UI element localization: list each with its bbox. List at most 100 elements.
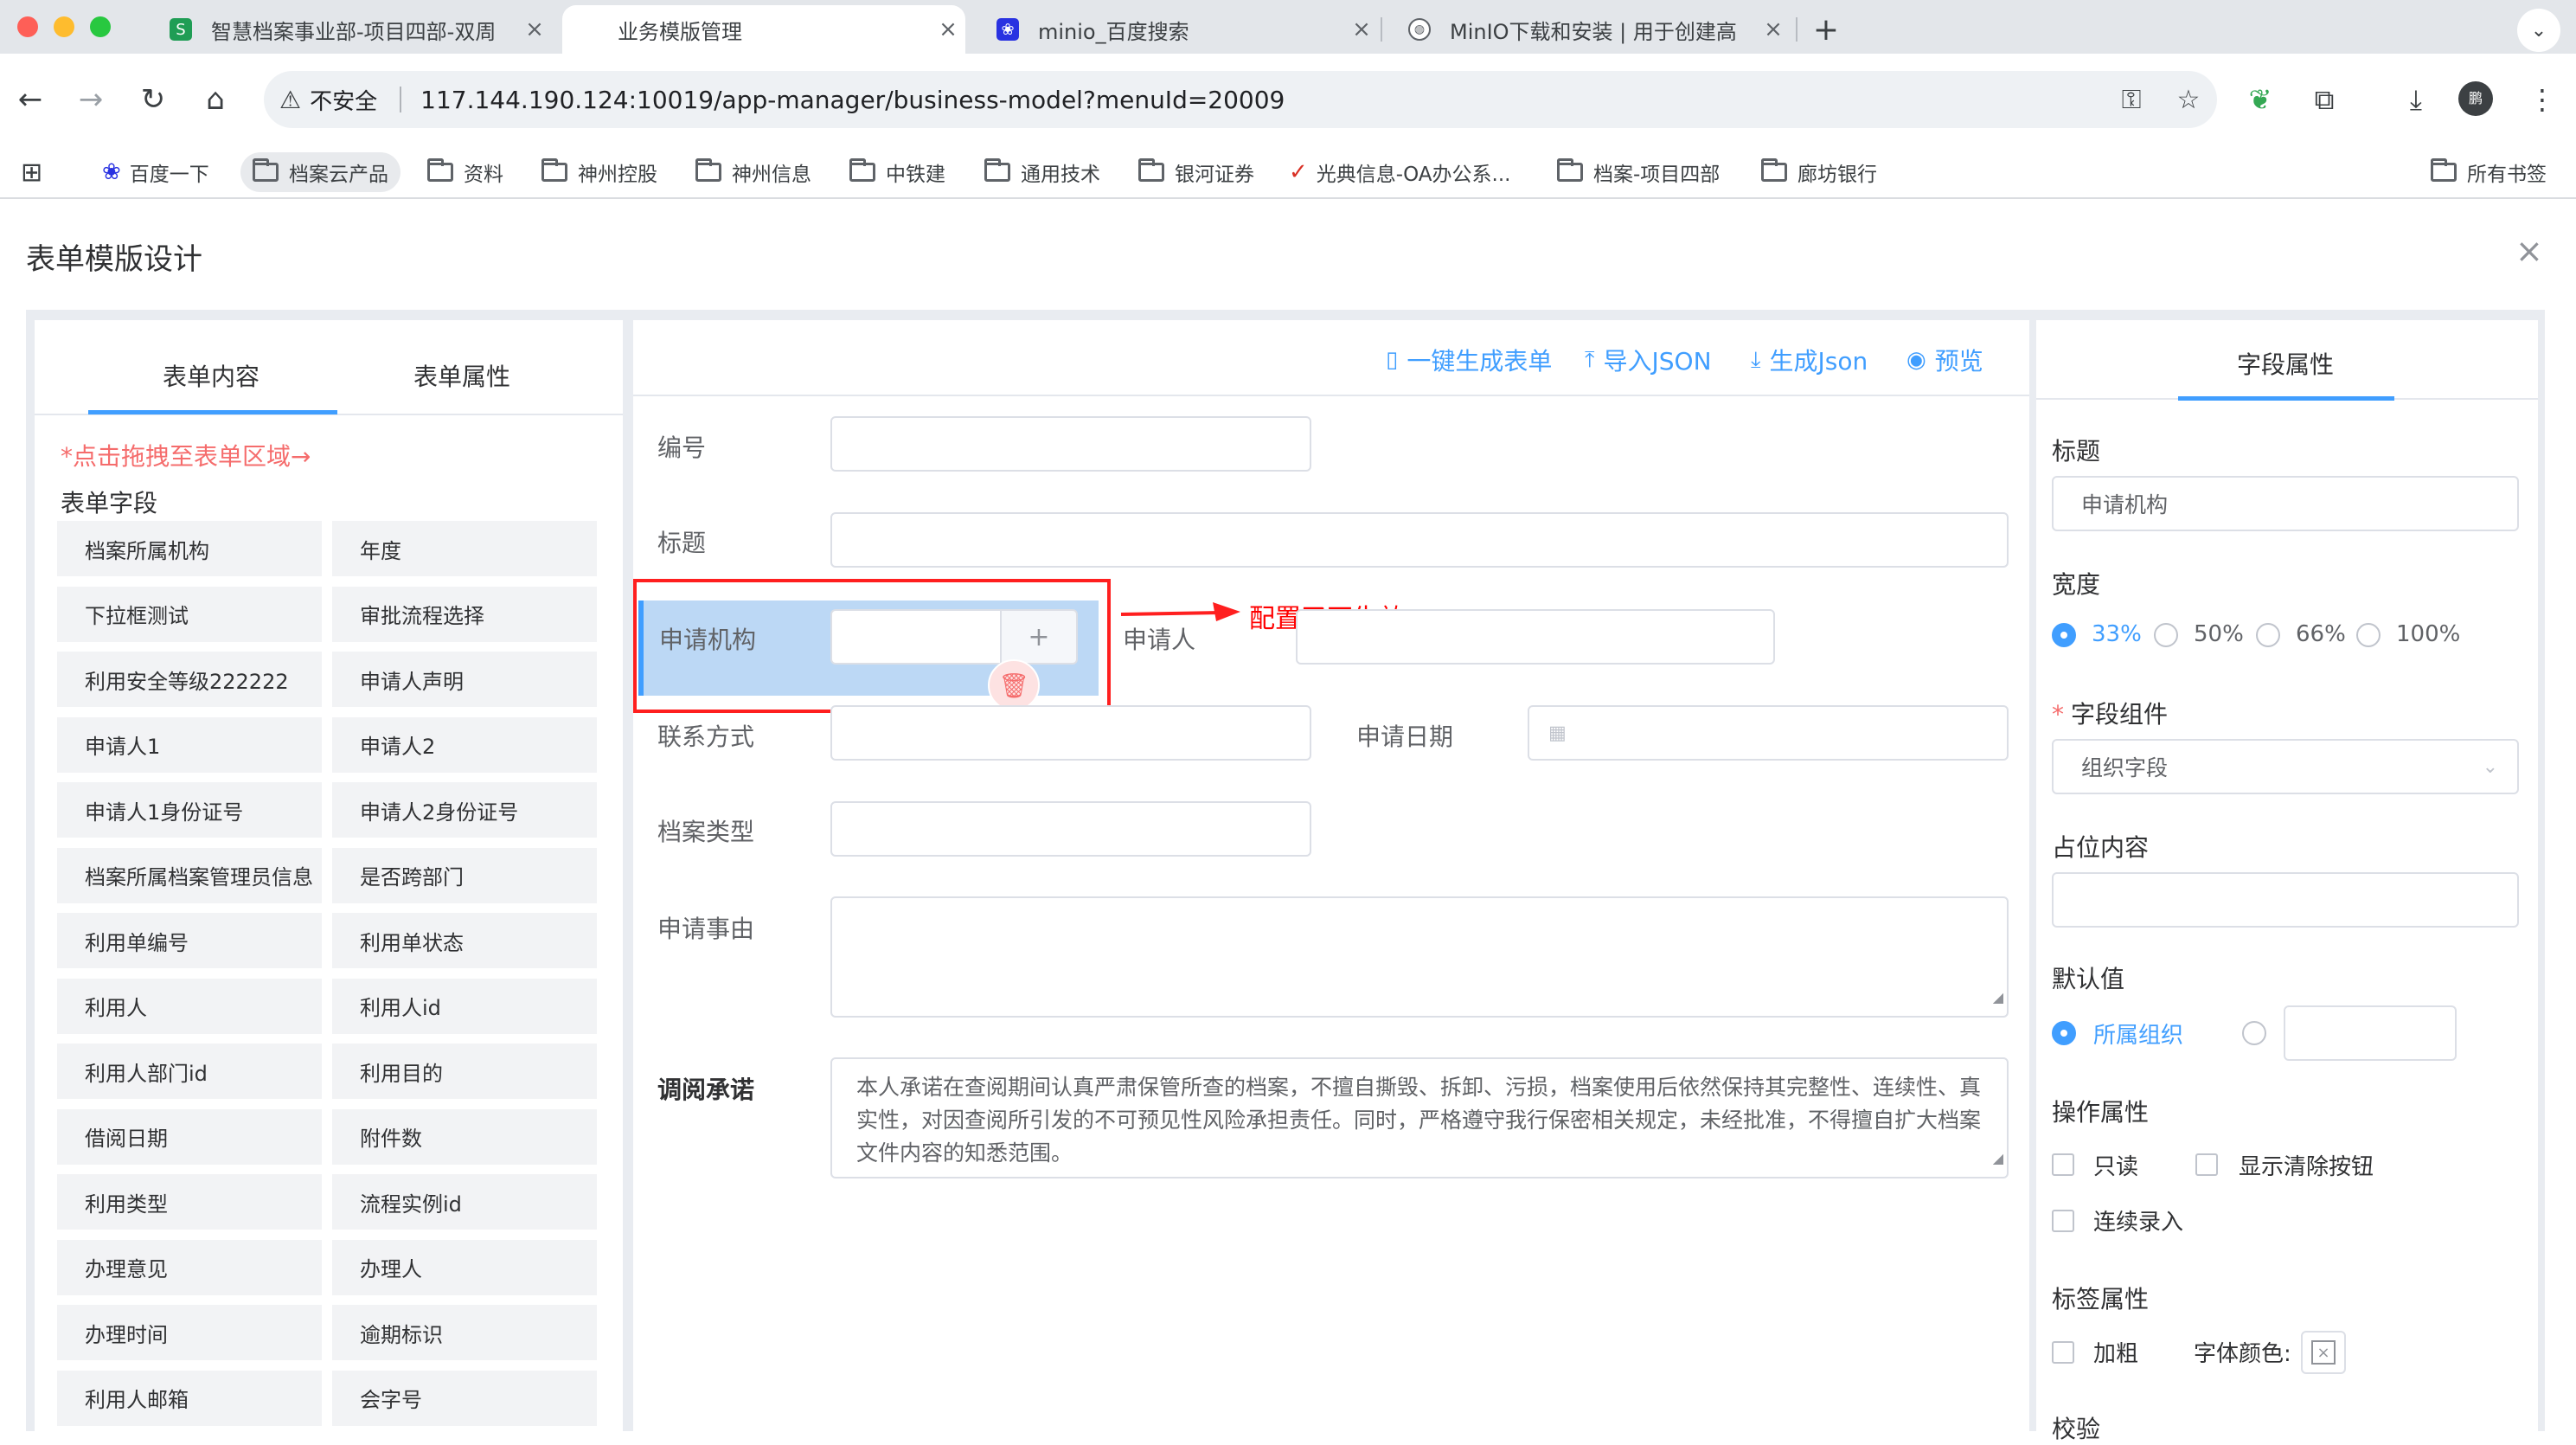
browser-tab-3[interactable]: ❀ minio_百度搜索 ×	[972, 5, 1379, 54]
bookmark-folder[interactable]: 廊坊银行	[1761, 152, 1877, 192]
width-option-label[interactable]: 66%	[2296, 621, 2346, 647]
bookmark-folder[interactable]: 资料	[427, 152, 503, 192]
readonly-checkbox[interactable]	[2052, 1153, 2074, 1176]
contact-input[interactable]	[830, 705, 1311, 761]
number-input[interactable]	[830, 416, 1311, 472]
default-custom-input[interactable]	[2284, 1005, 2457, 1061]
palette-field-item[interactable]: 利用人邮箱	[57, 1370, 322, 1426]
url-text[interactable]: 117.144.190.124:10019/app-manager/busine…	[420, 86, 2103, 114]
close-icon[interactable]: ×	[2515, 232, 2543, 270]
continuous-entry-label[interactable]: 连续录入	[2093, 1204, 2183, 1236]
palette-field-item[interactable]: 档案所属机构	[57, 521, 322, 576]
show-clear-checkbox[interactable]	[2195, 1153, 2218, 1176]
palette-field-item[interactable]: 逾期标识	[332, 1305, 597, 1360]
palette-field-item[interactable]: 利用类型	[57, 1174, 322, 1230]
palette-field-item[interactable]: 利用人部门id	[57, 1044, 322, 1099]
apply-date-input[interactable]: ▦	[1528, 705, 2009, 761]
title-input[interactable]	[830, 512, 2009, 568]
minimize-window-icon[interactable]	[54, 16, 74, 37]
home-icon[interactable]: ⌂	[194, 78, 237, 121]
archive-type-input[interactable]	[830, 801, 1311, 857]
import-json-button[interactable]: ⤒ 导入JSON	[1585, 343, 1712, 377]
bookmark-folder[interactable]: 中铁建	[849, 152, 945, 192]
reason-textarea[interactable]: ◢	[830, 896, 2009, 1018]
close-tab-icon[interactable]: ×	[931, 16, 965, 42]
palette-field-item[interactable]: 下拉框测试	[57, 586, 322, 642]
default-radio-own-org[interactable]	[2052, 1021, 2076, 1045]
resize-handle-icon[interactable]: ◢	[1993, 1142, 2003, 1175]
palette-field-item[interactable]: 利用人id	[332, 978, 597, 1034]
continuous-entry-checkbox[interactable]	[2052, 1210, 2074, 1232]
width-radio-66[interactable]	[2256, 623, 2280, 647]
insecure-label[interactable]: 不安全	[310, 84, 377, 116]
palette-field-item[interactable]: 附件数	[332, 1108, 597, 1165]
palette-field-item[interactable]: 是否跨部门	[332, 847, 597, 903]
palette-field-item[interactable]: 借阅日期	[57, 1108, 322, 1165]
generate-form-button[interactable]: ▯ 一键生成表单	[1386, 343, 1552, 377]
generate-json-button[interactable]: ⤓ 生成Json	[1751, 343, 1868, 377]
palette-field-item[interactable]: 利用安全等级222222	[57, 652, 322, 707]
address-bar[interactable]: ⚠ 不安全 117.144.190.124:10019/app-manager/…	[264, 71, 2217, 128]
tab-field-properties[interactable]: 字段属性	[2237, 346, 2334, 381]
title-property-input[interactable]: 申请机构	[2052, 476, 2519, 531]
palette-field-item[interactable]: 档案所属档案管理员信息	[57, 847, 322, 903]
palette-field-item[interactable]: 利用单状态	[332, 913, 597, 968]
resize-handle-icon[interactable]: ◢	[1993, 981, 2003, 1014]
font-color-picker[interactable]: ×	[2301, 1331, 2346, 1374]
readonly-label[interactable]: 只读	[2093, 1149, 2138, 1181]
bookmark-folder[interactable]: 通用技术	[984, 152, 1100, 192]
all-bookmarks[interactable]: 所有书签	[2431, 152, 2547, 192]
apps-grid-icon[interactable]: ⊞	[21, 152, 42, 192]
palette-field-item[interactable]: 利用人	[57, 978, 322, 1034]
default-radio-custom[interactable]	[2242, 1021, 2266, 1045]
palette-field-item[interactable]: 办理意见	[57, 1239, 322, 1295]
tab-form-content[interactable]: 表单内容	[163, 358, 260, 393]
palette-field-item[interactable]: 会字号	[332, 1370, 597, 1426]
back-icon[interactable]: ←	[9, 78, 52, 121]
maximize-window-icon[interactable]	[90, 16, 111, 37]
bookmark-link[interactable]: ✓ 光典信息-OA办公系...	[1289, 152, 1510, 192]
browser-tab-2[interactable]: 业务模版管理 ×	[562, 5, 965, 54]
palette-field-item[interactable]: 申请人1身份证号	[57, 782, 322, 838]
palette-field-item[interactable]: 利用目的	[332, 1044, 597, 1099]
bookmark-folder[interactable]: 神州信息	[695, 152, 811, 192]
width-option-label[interactable]: 100%	[2396, 621, 2460, 647]
width-radio-33[interactable]	[2052, 623, 2076, 647]
extensions-puzzle-icon[interactable]: ⧉	[2303, 78, 2346, 121]
forward-icon[interactable]: →	[69, 78, 112, 121]
palette-field-item[interactable]: 利用单编号	[57, 913, 322, 968]
download-icon[interactable]: ⤓	[2394, 78, 2438, 121]
extension-leaf-icon[interactable]: ❦	[2239, 78, 2282, 121]
password-key-icon[interactable]: ⚿	[2103, 85, 2160, 115]
palette-field-item[interactable]: 办理人	[332, 1239, 597, 1295]
close-tab-icon[interactable]: ×	[1756, 16, 1791, 42]
tab-search-button[interactable]: ⌄	[2517, 9, 2560, 52]
palette-field-item[interactable]: 申请人1	[57, 716, 322, 773]
component-select[interactable]: 组织字段 ⌄	[2052, 739, 2519, 794]
bookmark-folder[interactable]: 档案-项目四部	[1557, 152, 1720, 192]
placeholder-input[interactable]	[2052, 872, 2519, 928]
close-window-icon[interactable]	[17, 16, 38, 37]
bookmark-baidu[interactable]: ❀ 百度一下	[102, 152, 209, 192]
promise-textarea[interactable]: 本人承诺在查阅期间认真严肃保管所查的档案，不擅自撕毁、拆卸、污损，档案使用后依然…	[830, 1057, 2009, 1178]
applicant-input[interactable]	[1296, 609, 1775, 665]
palette-field-item[interactable]: 年度	[332, 521, 597, 576]
palette-field-item[interactable]: 办理时间	[57, 1305, 322, 1360]
reload-icon[interactable]: ↻	[131, 78, 175, 121]
show-clear-label[interactable]: 显示清除按钮	[2239, 1149, 2374, 1181]
bold-label[interactable]: 加粗	[2093, 1336, 2138, 1368]
close-tab-icon[interactable]: ×	[517, 16, 552, 42]
bookmark-star-icon[interactable]: ☆	[2160, 85, 2217, 115]
close-tab-icon[interactable]: ×	[1344, 16, 1379, 42]
tab-form-properties[interactable]: 表单属性	[413, 358, 510, 393]
preview-button[interactable]: ◉ 预览	[1906, 343, 1983, 377]
width-radio-50[interactable]	[2154, 623, 2178, 647]
palette-field-item[interactable]: 审批流程选择	[332, 586, 597, 642]
palette-field-item[interactable]: 申请人2	[332, 716, 597, 773]
width-option-label[interactable]: 50%	[2194, 621, 2244, 647]
bookmark-folder[interactable]: 神州控股	[541, 152, 657, 192]
width-option-label[interactable]: 33%	[2092, 621, 2142, 647]
palette-field-item[interactable]: 申请人声明	[332, 652, 597, 707]
profile-avatar[interactable]: 鹏	[2458, 81, 2493, 116]
width-radio-100[interactable]	[2356, 623, 2381, 647]
